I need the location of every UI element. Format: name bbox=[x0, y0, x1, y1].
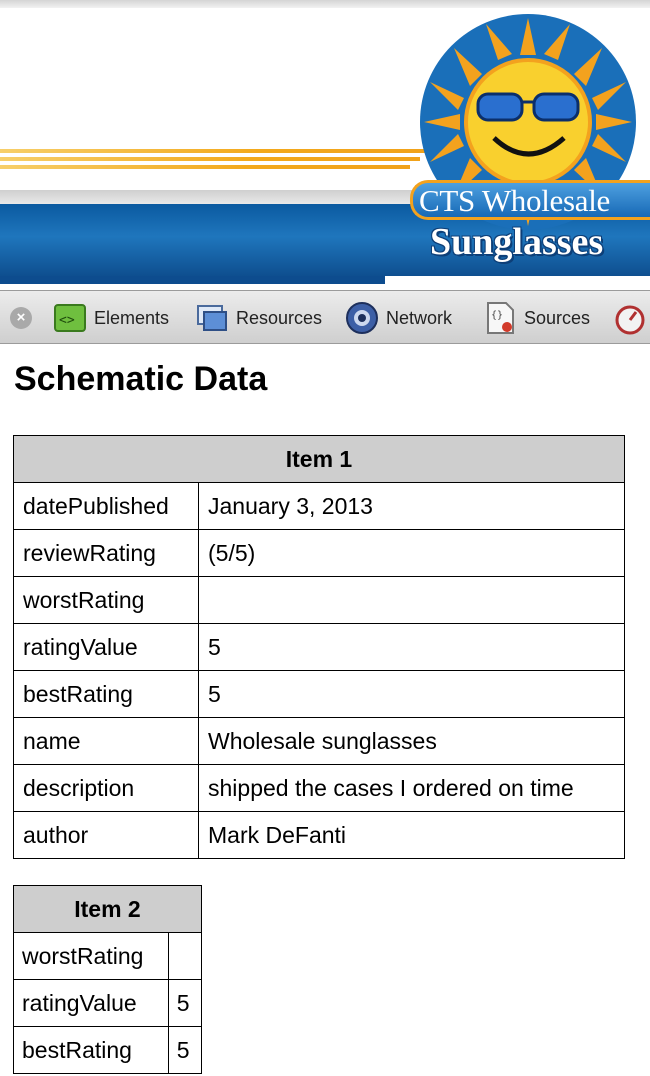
logo-wordmark-top: CTS Wholesale bbox=[410, 180, 650, 220]
property-value: January 3, 2013 bbox=[198, 482, 625, 530]
table-header: Item 2 bbox=[13, 885, 202, 933]
property-value: 5 bbox=[198, 670, 625, 718]
property-value: Wholesale sunglasses bbox=[198, 717, 625, 765]
property-name: name bbox=[13, 717, 199, 765]
tab-resources[interactable]: Resources bbox=[194, 291, 322, 345]
property-name: reviewRating bbox=[13, 529, 199, 577]
property-value: Mark DeFanti bbox=[198, 811, 625, 859]
property-name: bestRating bbox=[13, 670, 199, 718]
tab-label: Elements bbox=[94, 307, 170, 328]
property-name: worstRating bbox=[13, 932, 169, 980]
table-row: datePublished January 3, 2013 bbox=[13, 482, 625, 530]
banner-blue-strip bbox=[0, 276, 385, 284]
elements-icon: <> bbox=[54, 304, 86, 332]
tab-elements[interactable]: <> Elements bbox=[52, 291, 169, 345]
banner-stripe bbox=[0, 157, 420, 161]
table-header: Item 1 bbox=[13, 435, 625, 483]
table-row: bestRating 5 bbox=[13, 1026, 203, 1074]
property-name: author bbox=[13, 811, 199, 859]
property-name: worstRating bbox=[13, 576, 199, 624]
property-name: description bbox=[13, 764, 199, 812]
property-value: 5 bbox=[167, 1026, 203, 1074]
table-row: description shipped the cases I ordered … bbox=[13, 764, 625, 812]
property-value: (5/5) bbox=[198, 529, 625, 577]
banner-top-edge bbox=[0, 0, 650, 8]
property-value bbox=[198, 576, 625, 624]
network-icon bbox=[346, 302, 378, 334]
item-2-table: Item 2 worstRating ratingValue 5 bestRat… bbox=[13, 885, 203, 1074]
tab-network[interactable]: Network bbox=[344, 291, 452, 345]
logo-line1: CTS Wholesale bbox=[419, 183, 610, 218]
page-title: Schematic Data bbox=[14, 360, 268, 398]
table-row: name Wholesale sunglasses bbox=[13, 717, 625, 765]
svg-text:<>: <> bbox=[59, 313, 75, 328]
site-banner: CTS Wholesale Sunglasses bbox=[0, 0, 650, 288]
table-row: worstRating bbox=[13, 576, 625, 624]
tab-label: Sources bbox=[524, 307, 591, 328]
table-row: author Mark DeFanti bbox=[13, 811, 625, 859]
table-row: ratingValue 5 bbox=[13, 623, 625, 671]
property-name: ratingValue bbox=[13, 979, 169, 1027]
logo-line2: Sunglasses bbox=[430, 221, 604, 263]
tab-timeline[interactable] bbox=[610, 291, 650, 345]
property-value: shipped the cases I ordered on time bbox=[198, 764, 625, 812]
devtools-toolbar: × <> Elements Resources Network {} Sourc… bbox=[0, 290, 650, 344]
resources-icon bbox=[197, 305, 227, 331]
stopwatch-icon bbox=[615, 305, 645, 335]
banner-stripe bbox=[0, 165, 410, 169]
property-name: bestRating bbox=[13, 1026, 169, 1074]
property-name: datePublished bbox=[13, 482, 199, 530]
property-name: ratingValue bbox=[13, 623, 199, 671]
sources-icon: {} bbox=[487, 302, 514, 334]
table-row: ratingValue 5 bbox=[13, 979, 203, 1027]
tab-label: Resources bbox=[236, 307, 323, 328]
property-value: 5 bbox=[198, 623, 625, 671]
close-icon[interactable]: × bbox=[10, 307, 32, 329]
table-row: bestRating 5 bbox=[13, 670, 625, 718]
item-1-table: Item 1 datePublished January 3, 2013 rev… bbox=[13, 435, 625, 859]
table-row: reviewRating (5/5) bbox=[13, 529, 625, 577]
tab-sources[interactable]: {} Sources bbox=[482, 291, 590, 345]
banner-stripe bbox=[0, 149, 430, 153]
svg-text:{}: {} bbox=[491, 310, 503, 321]
tab-label: Network bbox=[386, 307, 453, 328]
table-row: worstRating bbox=[13, 932, 203, 980]
property-value bbox=[167, 932, 203, 980]
property-value: 5 bbox=[167, 979, 203, 1027]
